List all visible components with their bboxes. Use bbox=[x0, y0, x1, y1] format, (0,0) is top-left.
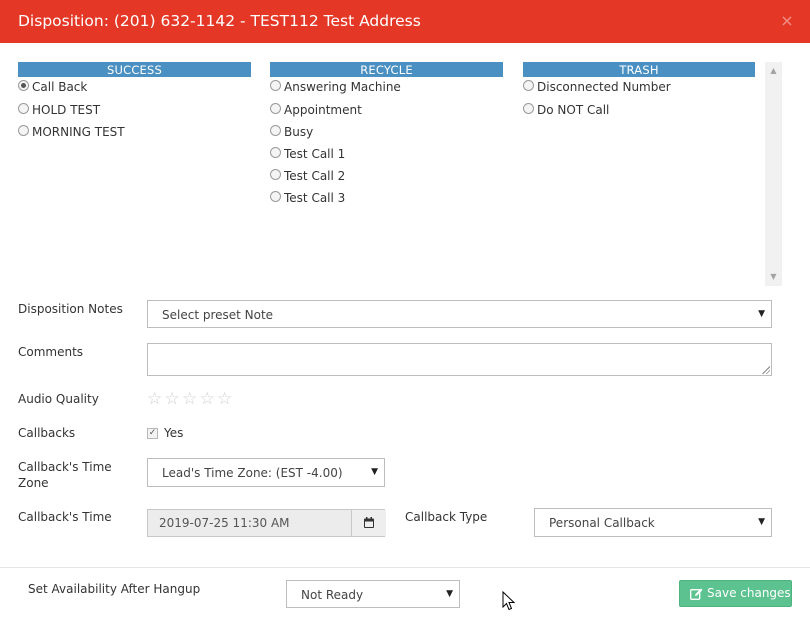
comments-textarea[interactable] bbox=[147, 343, 772, 376]
success-column: SUCCESS Call Back HOLD TEST MORNING TEST bbox=[18, 62, 251, 139]
save-changes-button[interactable]: Save changes bbox=[679, 580, 792, 607]
column-header-recycle: RECYCLE bbox=[270, 62, 503, 77]
recycle-column: RECYCLE Answering Machine Appointment Bu… bbox=[270, 62, 503, 205]
calendar-icon bbox=[364, 517, 374, 528]
callback-type-label: Callback Type bbox=[405, 510, 488, 524]
radio-button[interactable] bbox=[270, 103, 281, 114]
callbacks-checkbox-label: Yes bbox=[164, 426, 184, 440]
radio-button[interactable] bbox=[270, 147, 281, 158]
disposition-scrollbar[interactable]: ▲ ▼ bbox=[765, 62, 782, 286]
callback-timezone-select[interactable]: Lead's Time Zone: (EST -4.00) ▼ bbox=[147, 458, 385, 487]
footer-divider bbox=[0, 567, 810, 568]
scroll-down-icon[interactable]: ▼ bbox=[765, 270, 782, 284]
calendar-button[interactable] bbox=[351, 510, 386, 536]
callback-time-field[interactable]: 2019-07-25 11:30 AM bbox=[147, 509, 386, 537]
timezone-label-line1: Callback's Time bbox=[18, 460, 112, 474]
radio-button[interactable] bbox=[18, 125, 29, 136]
radio-button[interactable] bbox=[523, 103, 534, 114]
callbacks-label: Callbacks bbox=[18, 426, 76, 440]
callback-type-select[interactable]: Personal Callback ▼ bbox=[534, 508, 772, 537]
mouse-cursor-icon bbox=[502, 591, 516, 611]
scroll-up-icon[interactable]: ▲ bbox=[765, 64, 782, 78]
edit-icon bbox=[690, 588, 703, 600]
chevron-down-icon: ▼ bbox=[758, 309, 765, 319]
radio-button[interactable] bbox=[270, 80, 281, 91]
comments-label: Comments bbox=[18, 345, 84, 359]
radio-button[interactable] bbox=[270, 191, 281, 202]
close-icon[interactable]: × bbox=[778, 12, 796, 30]
radio-button[interactable] bbox=[270, 169, 281, 180]
disposition-notes-select[interactable]: Select preset Note ▼ bbox=[147, 300, 772, 328]
radio-button[interactable] bbox=[270, 125, 281, 136]
star-icon[interactable]: ☆ bbox=[165, 389, 183, 409]
modal-title: Disposition: (201) 632-1142 - TEST112 Te… bbox=[18, 12, 421, 30]
callback-time-label: Callback's Time bbox=[18, 510, 112, 524]
star-icon[interactable]: ☆ bbox=[182, 389, 200, 409]
star-icon[interactable]: ☆ bbox=[200, 389, 218, 409]
radio-button[interactable] bbox=[18, 103, 29, 114]
disposition-notes-label: Disposition Notes bbox=[18, 302, 123, 316]
chevron-down-icon: ▼ bbox=[446, 589, 453, 599]
availability-label: Set Availability After Hangup bbox=[28, 582, 201, 596]
resize-handle-icon[interactable] bbox=[762, 366, 770, 374]
audio-quality-label: Audio Quality bbox=[18, 392, 99, 406]
star-icon[interactable]: ☆ bbox=[147, 389, 165, 409]
modal-header: Disposition: (201) 632-1142 - TEST112 Te… bbox=[0, 0, 810, 43]
column-header-success: SUCCESS bbox=[18, 62, 251, 77]
star-icon[interactable]: ☆ bbox=[217, 389, 235, 409]
availability-select[interactable]: Not Ready ▼ bbox=[286, 580, 460, 608]
chevron-down-icon: ▼ bbox=[758, 517, 765, 527]
radio-button[interactable] bbox=[18, 80, 29, 91]
chevron-down-icon: ▼ bbox=[371, 467, 378, 477]
callbacks-checkbox[interactable]: ✓ bbox=[147, 428, 158, 439]
radio-button[interactable] bbox=[523, 80, 534, 91]
trash-column: TRASH Disconnected Number Do NOT Call bbox=[523, 62, 755, 117]
timezone-label-line2: Zone bbox=[18, 476, 49, 490]
audio-quality-rating[interactable]: ☆ ☆ ☆ ☆ ☆ bbox=[147, 389, 235, 409]
column-header-trash: TRASH bbox=[523, 62, 755, 77]
